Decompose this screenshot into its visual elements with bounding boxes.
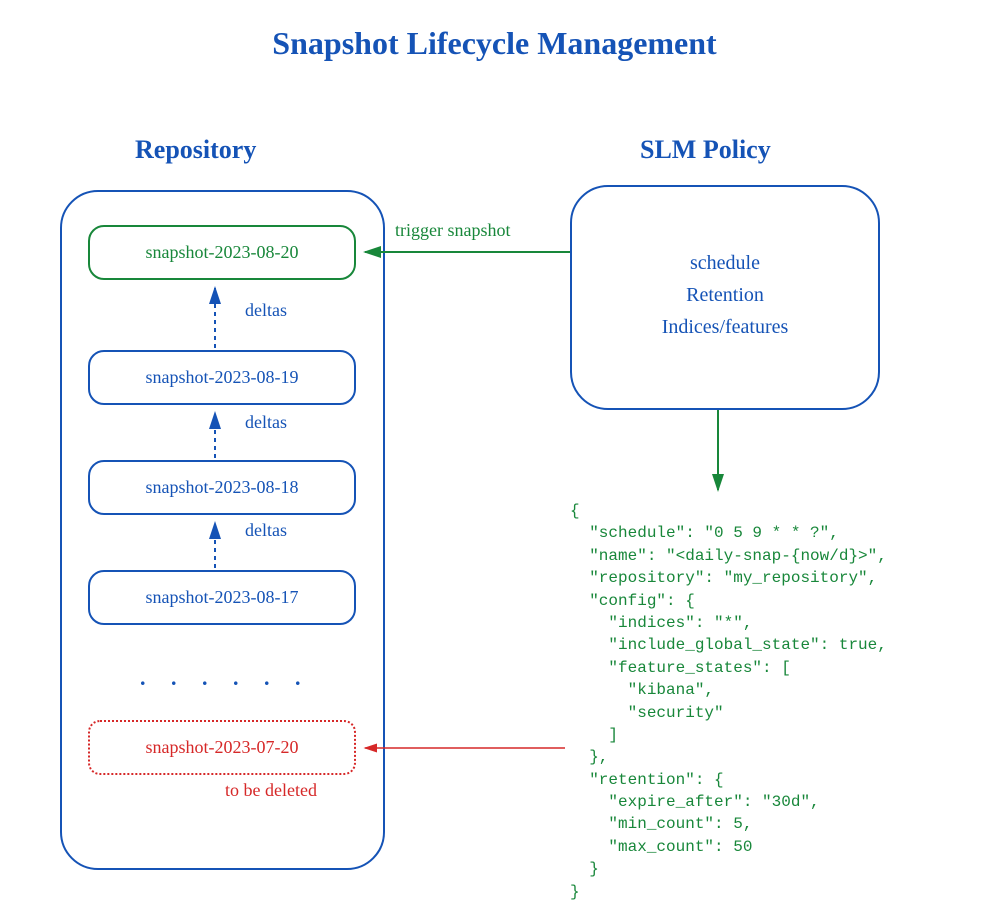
snapshot-item: snapshot-2023-08-17 (88, 570, 356, 625)
slm-body-retention: Retention (572, 279, 878, 311)
delta-label: deltas (245, 300, 287, 321)
slm-body-indices: Indices/features (572, 311, 878, 343)
delta-label: deltas (245, 412, 287, 433)
trigger-snapshot-label: trigger snapshot (395, 220, 510, 241)
delta-label: deltas (245, 520, 287, 541)
repository-heading: Repository (135, 135, 256, 165)
ellipsis-indicator: . . . . . . (140, 665, 311, 691)
snapshot-expired: snapshot-2023-07-20 (88, 720, 356, 775)
slm-body-schedule: schedule (572, 247, 878, 279)
policy-json-code: { "schedule": "0 5 9 * * ?", "name": "<d… (570, 500, 887, 903)
to-delete-label: to be deleted (225, 780, 317, 801)
snapshot-item: snapshot-2023-08-19 (88, 350, 356, 405)
slm-policy-heading: SLM Policy (640, 135, 771, 165)
snapshot-current: snapshot-2023-08-20 (88, 225, 356, 280)
snapshot-item: snapshot-2023-08-18 (88, 460, 356, 515)
page-title: Snapshot Lifecycle Management (0, 25, 989, 62)
slm-policy-box: schedule Retention Indices/features (570, 185, 880, 410)
